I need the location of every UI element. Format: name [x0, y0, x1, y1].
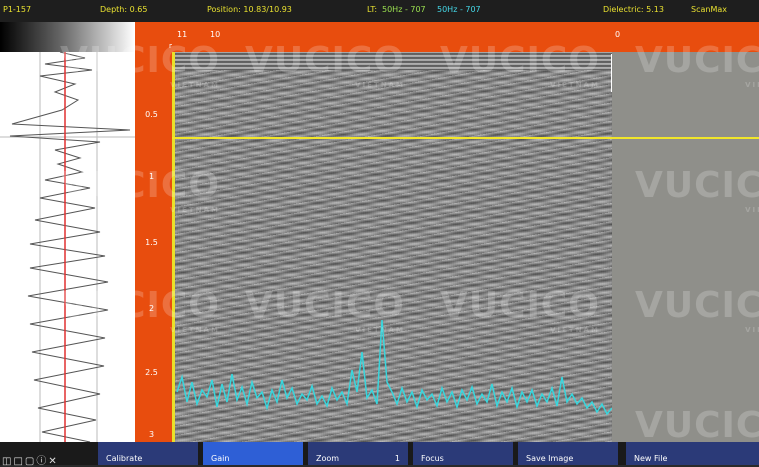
depth-cursor[interactable]: [172, 137, 759, 139]
focus-button[interactable]: Focus: [413, 442, 513, 465]
status-bar: P1-157 Depth: 0.65 Position: 10.83/10.93…: [0, 0, 759, 22]
gain-button[interactable]: Gain: [203, 442, 303, 465]
wrench-icon[interactable]: ✕: [48, 456, 56, 467]
position-axis: 11 10 0: [172, 22, 759, 52]
a-scope-panel: [0, 52, 135, 442]
unscanned-area: [612, 52, 759, 442]
lt-label: LT:: [367, 5, 378, 14]
position-tick: 11: [177, 30, 188, 39]
depth-tick: 2.5: [145, 368, 158, 377]
app-name: ScanMax: [691, 5, 727, 14]
info-icon[interactable]: ⓘ: [36, 456, 46, 467]
zoom-button[interactable]: Zoom 1: [308, 442, 408, 465]
gain-gradient: [0, 22, 135, 52]
dielectric-readout: Dielectric: 5.13: [603, 5, 664, 14]
window-icon[interactable]: □: [13, 456, 22, 467]
zoom-value: 1: [394, 454, 400, 463]
bottom-toolbar: ◫ □ ▢ ⓘ ✕ Calibrate Gain Zoom 1 Focus Save Im…: [0, 442, 759, 467]
depth-tick: 1.5: [145, 238, 158, 247]
position-tick: 0: [615, 30, 621, 39]
depth-tick: 3: [148, 430, 155, 439]
position-tick: 10: [210, 30, 221, 39]
save-image-button[interactable]: Save Image: [518, 442, 618, 465]
depth-tick: 2: [148, 304, 155, 313]
lt-frequency-1: 50Hz - 707: [382, 5, 426, 14]
lt-frequency-2: 50Hz - 707: [437, 5, 481, 14]
file-icon[interactable]: ◫: [2, 456, 11, 467]
signal-strength-trace: [176, 54, 612, 416]
depth-axis: m 0.5 1 1.5 2 2.5 3: [135, 22, 176, 442]
position-cursor[interactable]: [172, 52, 175, 442]
position-readout: Position: 10.83/10.93: [207, 5, 292, 14]
depth-tick: 0.5: [145, 110, 158, 119]
new-file-button[interactable]: New File: [626, 442, 759, 465]
a-scope-waveform: [0, 52, 135, 442]
depth-readout: Depth: 0.65: [100, 5, 148, 14]
file-id: P1-157: [3, 5, 32, 14]
depth-tick: 1: [148, 172, 155, 181]
square-icon[interactable]: ▢: [25, 456, 34, 467]
calibrate-button[interactable]: Calibrate: [98, 442, 198, 465]
